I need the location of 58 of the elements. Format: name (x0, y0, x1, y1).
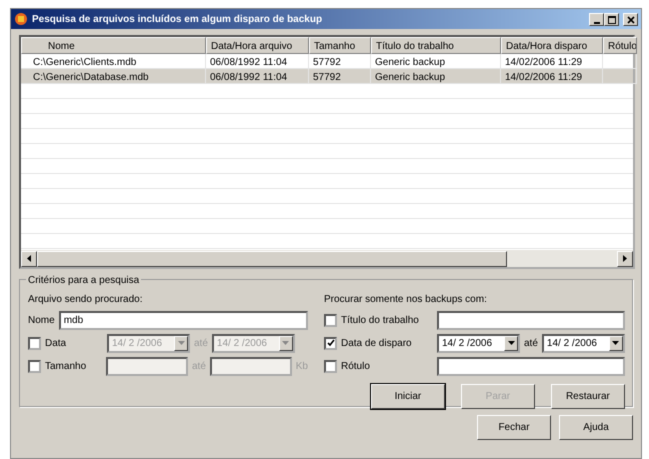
checkbox[interactable] (28, 337, 41, 350)
section-title: Procurar somente nos backups com: (324, 293, 488, 307)
dropdown-arrow-icon (508, 341, 514, 346)
column-header[interactable]: Nome (21, 37, 206, 54)
checkbox-label: Rótulo (341, 360, 371, 374)
app-icon (14, 12, 28, 26)
separator-label: até (192, 360, 206, 374)
table-cell: C:\Generic\Database.mdb (21, 69, 206, 84)
column-header[interactable]: Tamanho (309, 37, 371, 54)
dropdown-arrow-icon (282, 341, 290, 346)
minimize-button[interactable] (589, 12, 604, 26)
table-cell: 06/08/1992 11:04 (206, 69, 309, 84)
checkbox-label: Data (45, 337, 68, 351)
group-title: Critérios para a pesquisa (26, 273, 142, 288)
checkbox-label: Tamanho (45, 360, 88, 374)
text-field[interactable] (437, 311, 625, 330)
scrollbar-thumb[interactable] (37, 250, 507, 266)
left-arrow-icon (27, 254, 31, 262)
size-field[interactable] (106, 357, 188, 376)
button[interactable]: Fechar (477, 415, 551, 440)
section-title: Arquivo sendo procurado: (28, 293, 144, 307)
table-cell (603, 69, 637, 84)
checkbox-label: Data de disparo (341, 337, 413, 351)
checkbox[interactable] (324, 360, 337, 373)
text-field[interactable] (437, 357, 625, 376)
name-field[interactable]: mdb (58, 311, 308, 330)
date-picker[interactable]: 14/ 2 /2006 (542, 334, 625, 353)
button[interactable]: Iniciar (370, 384, 445, 409)
button[interactable]: Restaurar (550, 384, 625, 409)
window-title: Pesquisa de arquivos incluídos em algum disparo de backup (32, 12, 322, 26)
column-header[interactable]: Data/Hora arquivo (206, 37, 309, 54)
column-header[interactable]: Título do trabalho (371, 37, 501, 54)
unit-label: Kb (296, 360, 308, 374)
right-arrow-icon (623, 254, 627, 262)
checkbox[interactable] (324, 314, 337, 327)
checkbox[interactable] (28, 360, 41, 373)
scroll-right-button[interactable] (617, 250, 633, 266)
close-button[interactable] (623, 12, 638, 26)
button[interactable]: Ajuda (559, 415, 633, 440)
table-cell: 57792 (309, 69, 371, 84)
scroll-left-button[interactable] (21, 250, 37, 266)
size-field[interactable] (210, 357, 292, 376)
minimize-icon (594, 22, 600, 24)
separator-label: até (194, 337, 208, 351)
dropdown-arrow-icon (178, 341, 184, 346)
close-icon (626, 16, 634, 24)
checkbox-label: Título do trabalho (341, 314, 420, 328)
table-cell: 14/02/2006 11:29 (501, 69, 603, 84)
field-label: Nome (28, 314, 55, 328)
maximize-button[interactable] (604, 12, 619, 26)
separator-label: até (524, 337, 538, 351)
table-cell: Generic backup (371, 69, 501, 84)
column-header[interactable]: Data/Hora disparo (501, 37, 603, 54)
date-picker[interactable]: 14/ 2 /2006 (437, 334, 520, 353)
checkmark-icon (326, 339, 334, 348)
maximize-icon (608, 16, 616, 24)
dropdown-arrow-icon (612, 341, 620, 346)
checkbox[interactable] (324, 337, 337, 350)
